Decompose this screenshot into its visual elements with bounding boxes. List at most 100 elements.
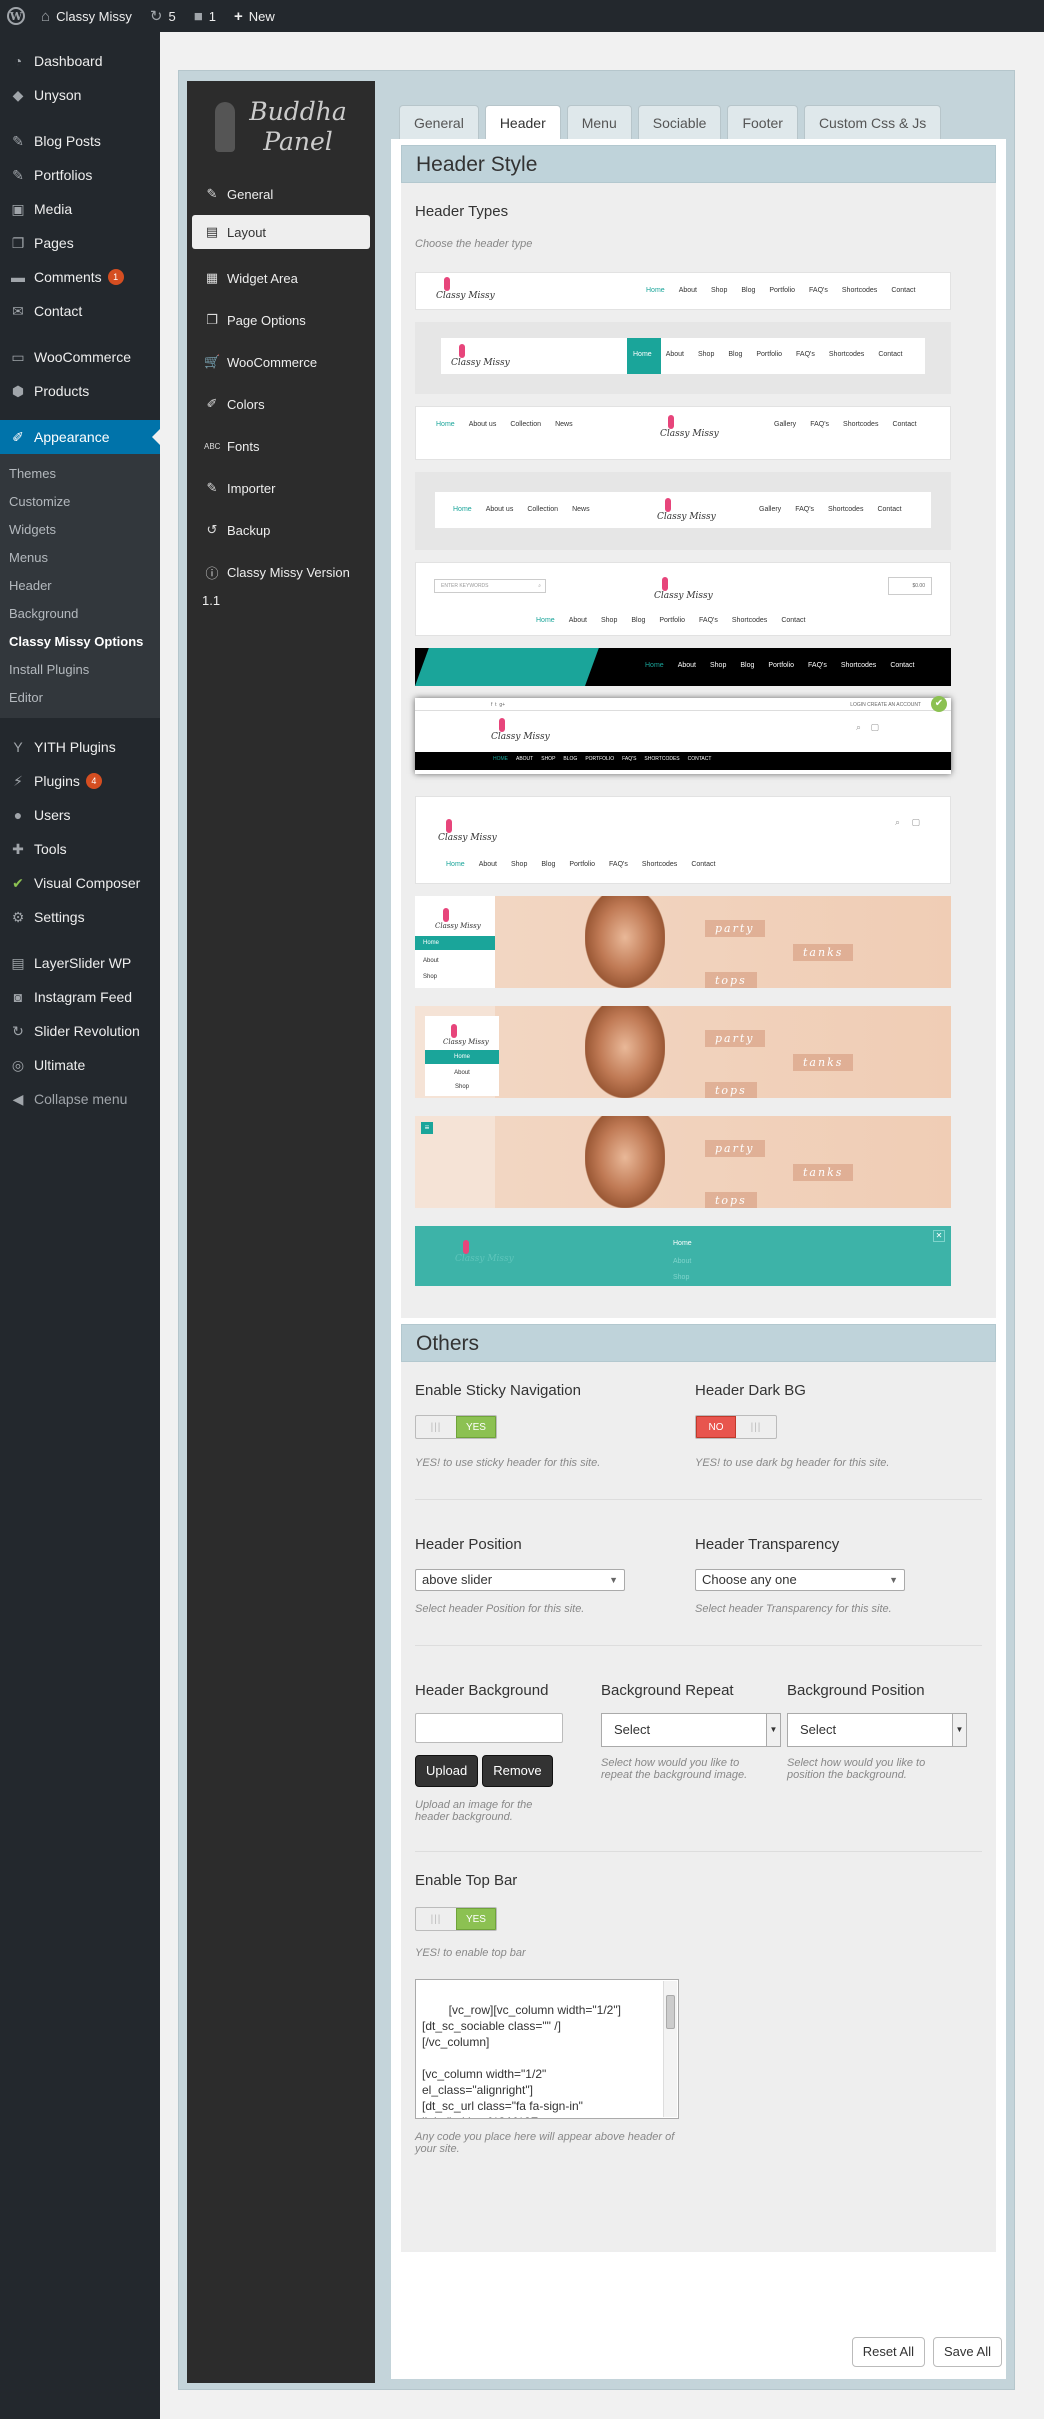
side-layout[interactable]: ▤ Layout: [192, 215, 370, 249]
bg-position-select[interactable]: Select ▼: [787, 1713, 967, 1747]
nav-item: Shortcodes: [840, 662, 877, 669]
menu-blog-posts[interactable]: ✎ Blog Posts: [0, 124, 160, 158]
menu-tools[interactable]: ✚ Tools: [0, 832, 160, 866]
top-bar-code-textarea[interactable]: [vc_row][vc_column width="1/2"] [dt_sc_s…: [415, 1979, 679, 2119]
nav-item: FAQ's: [795, 506, 815, 513]
menu-unyson[interactable]: ◆ Unyson: [0, 78, 160, 112]
dark-bg-desc: YES! to use dark bg header for this site…: [695, 1457, 890, 1469]
cart-icon: ▢: [911, 817, 920, 827]
menu-visual-composer[interactable]: ✔ Visual Composer: [0, 866, 160, 900]
header-type-11[interactable]: party tanks tops ≡: [415, 1116, 951, 1208]
comments-link[interactable]: ■ 1: [185, 0, 225, 32]
submenu-menus[interactable]: Menus: [0, 544, 160, 572]
side-fonts[interactable]: ABC Fonts: [187, 425, 375, 467]
menu-portfolios[interactable]: ✎ Portfolios: [0, 158, 160, 192]
menu-media[interactable]: ▣ Media: [0, 192, 160, 226]
submenu-customize[interactable]: Customize: [0, 488, 160, 516]
fonts-icon: ABC: [204, 441, 221, 451]
menu-appearance[interactable]: ✐ Appearance: [0, 420, 160, 454]
header-type-4[interactable]: Home About us Collection News Classy Missy …: [415, 472, 951, 550]
save-all-button[interactable]: Save All: [933, 2337, 1002, 2367]
updates-link[interactable]: ↻ 5: [141, 0, 185, 32]
header-type-8[interactable]: Classy Missy ⌕ ▢ Home About Shop Blog Portfo…: [415, 796, 951, 884]
side-label: Fonts: [227, 438, 260, 454]
menu-yith-plugins[interactable]: Y YITH Plugins: [0, 730, 160, 764]
menu-dashboard[interactable]: ◔ Dashboard: [0, 44, 160, 78]
menu-contact[interactable]: ✉ Contact: [0, 294, 160, 328]
settings-icon: ⚙: [11, 908, 25, 925]
nav-item: Gallery: [774, 421, 797, 428]
new-content-link[interactable]: + New: [225, 0, 284, 32]
submenu-background[interactable]: Background: [0, 600, 160, 628]
textarea-scrollbar[interactable]: [663, 1981, 677, 2117]
tab-custom-css-js[interactable]: Custom Css & Js: [803, 105, 942, 139]
header-type-7-selected[interactable]: f t g+ LOGIN CREATE AN ACCOUNT Classy Mi…: [415, 696, 951, 774]
side-page-options[interactable]: ❐ Page Options: [187, 299, 375, 341]
menu-ultimate[interactable]: ◎ Ultimate: [0, 1048, 160, 1082]
menu-label: Appearance: [34, 429, 110, 445]
collapse-menu-button[interactable]: ◀ Collapse menu: [0, 1082, 160, 1116]
menu-products[interactable]: ⬢ Products: [0, 374, 160, 408]
menu-users[interactable]: ● Users: [0, 798, 160, 832]
side-woocommerce[interactable]: 🛒 WooCommerce: [187, 341, 375, 383]
tab-footer[interactable]: Footer: [727, 105, 798, 139]
header-type-9[interactable]: party tanks tops Classy Missy Home About…: [415, 896, 951, 988]
header-position-select[interactable]: above slider ▼: [415, 1569, 625, 1591]
side-backup[interactable]: ↺ Backup: [187, 509, 375, 551]
admin-bar: W ⌂ Classy Missy ↻ 5 ■ 1 + New: [0, 0, 1044, 32]
side-colors[interactable]: ✐ Colors: [187, 383, 375, 425]
header-type-2[interactable]: Classy Missy Home About Shop Blog Portfolio F…: [415, 322, 951, 394]
menu-woocommerce[interactable]: ▭ WooCommerce: [0, 340, 160, 374]
sticky-nav-toggle[interactable]: ||| YES: [415, 1415, 497, 1439]
menu-instagram-feed[interactable]: ◙ Instagram Feed: [0, 980, 160, 1014]
side-label: Classy Missy Version: [227, 564, 350, 580]
nav-item: FAQ'S: [622, 756, 637, 762]
side-widget-area[interactable]: ▦ Widget Area: [187, 257, 375, 299]
side-importer[interactable]: ✎ Importer: [187, 467, 375, 509]
tab-general[interactable]: General: [399, 105, 479, 139]
submenu-classy-missy-options[interactable]: Classy Missy Options: [0, 628, 160, 656]
submenu-header[interactable]: Header: [0, 572, 160, 600]
nav-item: Portfolio: [756, 351, 783, 358]
header-nav-right: Gallery FAQ's Shortcodes Contact: [759, 506, 902, 513]
top-bar-toggle[interactable]: ||| YES: [415, 1907, 497, 1931]
submenu-install-plugins[interactable]: Install Plugins: [0, 656, 160, 684]
dark-bg-toggle[interactable]: NO |||: [695, 1415, 777, 1439]
header-type-12[interactable]: Classy Missy Home About Shop ✕: [415, 1226, 951, 1286]
side-general[interactable]: ✎ General: [187, 173, 375, 215]
upload-button[interactable]: Upload: [415, 1755, 479, 1787]
site-name-link[interactable]: ⌂ Classy Missy: [32, 0, 141, 32]
header-logo: Classy Missy: [660, 415, 719, 439]
bg-repeat-select[interactable]: Select ▼: [601, 1713, 781, 1747]
menu-pages[interactable]: ❐ Pages: [0, 226, 160, 260]
wordpress-logo-icon[interactable]: W: [0, 0, 32, 32]
tab-sociable[interactable]: Sociable: [637, 105, 722, 139]
menu-settings[interactable]: ⚙ Settings: [0, 900, 160, 934]
submenu-widgets[interactable]: Widgets: [0, 516, 160, 544]
menu-plugins[interactable]: ⚡ Plugins 4: [0, 764, 160, 798]
footer-buttons: Reset All Save All: [851, 2337, 1002, 2367]
submenu-editor[interactable]: Editor: [0, 684, 160, 712]
header-transparency-select[interactable]: Choose any one ▼: [695, 1569, 905, 1591]
menu-label: Plugins: [34, 773, 80, 789]
nav-item: Home: [453, 506, 472, 513]
tab-header[interactable]: Header: [484, 105, 561, 141]
menu-layerslider[interactable]: ▤ LayerSlider WP: [0, 946, 160, 980]
header-type-3[interactable]: Home About us Collection News Classy Missy …: [415, 406, 951, 460]
menu-comments[interactable]: ▬ Comments 1: [0, 260, 160, 294]
topbar-links: LOGIN CREATE AN ACCOUNT: [850, 702, 921, 708]
header-type-6[interactable]: Home About Shop Blog Portfolio FAQ's Shortcode…: [415, 648, 951, 686]
nav-item: Home: [446, 861, 465, 868]
header-type-10[interactable]: party tanks tops Classy Missy Home About…: [415, 1006, 951, 1098]
admin-menu: ◔ Dashboard ◆ Unyson ✎ Blog Posts ✎ Portfoli…: [0, 32, 160, 2419]
submenu-themes[interactable]: Themes: [0, 460, 160, 488]
remove-button[interactable]: Remove: [482, 1755, 553, 1787]
header-type-1[interactable]: Classy Missy Home About Shop Blog Portfolio F…: [415, 272, 951, 310]
nav-item: Home: [536, 617, 555, 624]
reset-all-button[interactable]: Reset All: [851, 2337, 926, 2367]
header-background-input[interactable]: [415, 1713, 563, 1743]
header-search-box: ENTER KEYWORDS ⌕: [434, 579, 546, 593]
tab-menu[interactable]: Menu: [566, 105, 632, 139]
menu-slider-revolution[interactable]: ↻ Slider Revolution: [0, 1014, 160, 1048]
header-type-5[interactable]: ENTER KEYWORDS ⌕ Classy Missy $0.00 Home A…: [415, 562, 951, 636]
